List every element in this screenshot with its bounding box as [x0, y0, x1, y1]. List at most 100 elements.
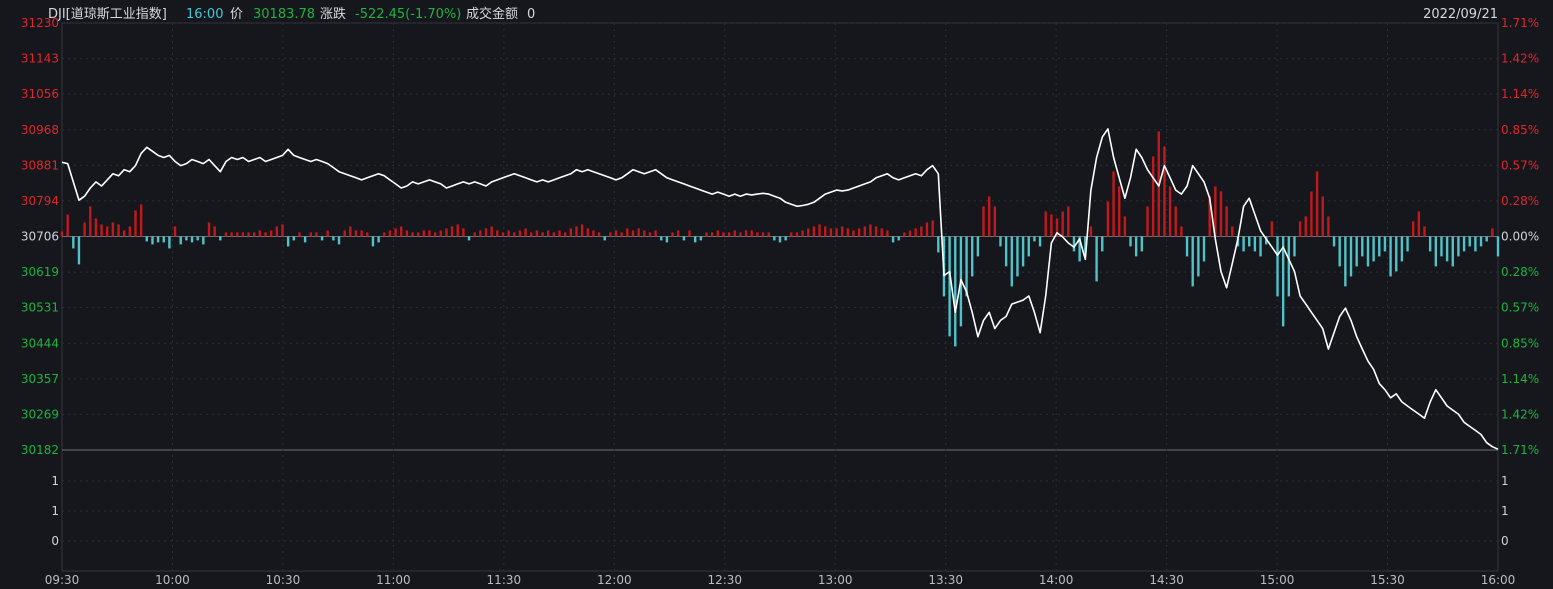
up-bar	[524, 228, 527, 237]
up-bar	[1327, 216, 1330, 237]
up-bar	[269, 230, 273, 237]
up-bar	[360, 230, 363, 237]
y-tick-label-pct: 0.00%	[1501, 230, 1539, 244]
up-bar	[609, 232, 612, 237]
up-bar	[592, 230, 595, 237]
up-bar	[1423, 226, 1426, 237]
down-bar	[999, 236, 1002, 247]
up-bar	[428, 230, 431, 237]
down-bar	[784, 236, 787, 241]
down-bar	[1242, 236, 1245, 252]
up-bar	[722, 232, 725, 237]
up-bar	[750, 230, 753, 237]
volume-tick-label-right: 1	[1501, 504, 1509, 518]
price-value: 30183.78	[253, 7, 315, 22]
down-bar	[1361, 236, 1364, 257]
up-bar	[586, 228, 589, 237]
down-bar	[965, 236, 968, 297]
down-bar	[1383, 236, 1387, 252]
down-bar	[145, 236, 149, 242]
up-bar	[1146, 206, 1149, 237]
up-bar	[1219, 191, 1223, 237]
up-bar	[563, 232, 567, 237]
down-bar	[196, 236, 199, 241]
down-bar	[377, 236, 380, 243]
up-bar	[852, 230, 855, 237]
down-bar	[1468, 236, 1471, 247]
up-bar	[253, 232, 256, 237]
down-bar	[292, 236, 295, 241]
y-tick-label: 30269	[21, 407, 59, 421]
chart-svg: DJI[道琼斯工业指数] 16:00 价 30183.78 涨跌 -522.45…	[0, 0, 1553, 589]
y-tick-label: 30706	[21, 230, 59, 244]
down-bar	[179, 236, 182, 245]
down-bar	[1004, 236, 1008, 267]
up-bar	[366, 232, 369, 237]
down-bar	[1349, 236, 1353, 277]
up-bar	[716, 230, 720, 237]
down-bar	[1276, 236, 1279, 297]
up-bar	[411, 232, 414, 237]
down-bar	[1395, 236, 1398, 272]
up-bar	[89, 206, 92, 237]
x-tick-label: 15:30	[1370, 573, 1405, 587]
amount-caption: 成交金额	[466, 6, 518, 22]
up-bar	[496, 230, 499, 237]
down-bar	[1496, 236, 1500, 257]
x-tick-label: 14:00	[1039, 573, 1074, 587]
down-bar	[202, 236, 205, 245]
up-bar	[530, 232, 533, 237]
up-bar	[207, 222, 211, 237]
x-tick-label: 12:30	[707, 573, 742, 587]
down-bar	[1372, 236, 1375, 262]
up-bar	[580, 224, 584, 237]
chart-background	[0, 0, 1553, 589]
down-bar	[773, 236, 776, 241]
x-tick-label: 13:30	[928, 573, 963, 587]
up-bar	[281, 224, 284, 237]
up-bar	[1168, 186, 1172, 237]
up-bar	[993, 206, 997, 237]
up-bar	[620, 232, 623, 237]
down-bar	[332, 236, 335, 241]
down-bar	[1457, 236, 1460, 257]
up-bar	[982, 206, 985, 237]
down-bar	[1440, 236, 1443, 257]
up-bar	[100, 224, 103, 237]
up-bar	[173, 226, 177, 237]
down-bar	[1095, 236, 1098, 282]
down-bar	[1389, 236, 1392, 277]
down-bar	[72, 236, 75, 249]
up-bar	[812, 226, 816, 237]
up-bar	[1106, 201, 1110, 237]
down-bar	[1253, 236, 1257, 252]
up-bar	[547, 230, 550, 237]
x-tick-label: 13:00	[818, 573, 853, 587]
up-bar	[354, 230, 358, 237]
down-bar	[682, 236, 686, 241]
y-tick-label: 30182	[21, 443, 59, 457]
up-bar	[710, 232, 714, 237]
up-bar	[1225, 206, 1228, 237]
up-bar	[648, 232, 652, 237]
y-tick-label-pct: 0.57%	[1501, 301, 1539, 315]
up-bar	[801, 230, 804, 237]
up-bar	[597, 232, 601, 237]
up-bar	[501, 232, 505, 237]
up-bar	[134, 210, 137, 237]
up-bar	[1310, 191, 1313, 237]
down-bar	[1445, 236, 1449, 262]
up-bar	[637, 228, 640, 237]
up-bar	[383, 232, 386, 237]
down-bar	[1010, 236, 1013, 287]
up-bar	[400, 226, 403, 237]
up-bar	[456, 224, 459, 237]
up-bar	[66, 214, 69, 237]
down-bar	[1072, 236, 1076, 252]
time-label: 16:00	[186, 7, 223, 22]
y-tick-label: 30881	[21, 158, 59, 172]
up-bar	[60, 231, 64, 237]
up-bar	[416, 232, 420, 237]
up-bar	[654, 230, 657, 237]
up-bar	[535, 230, 539, 237]
